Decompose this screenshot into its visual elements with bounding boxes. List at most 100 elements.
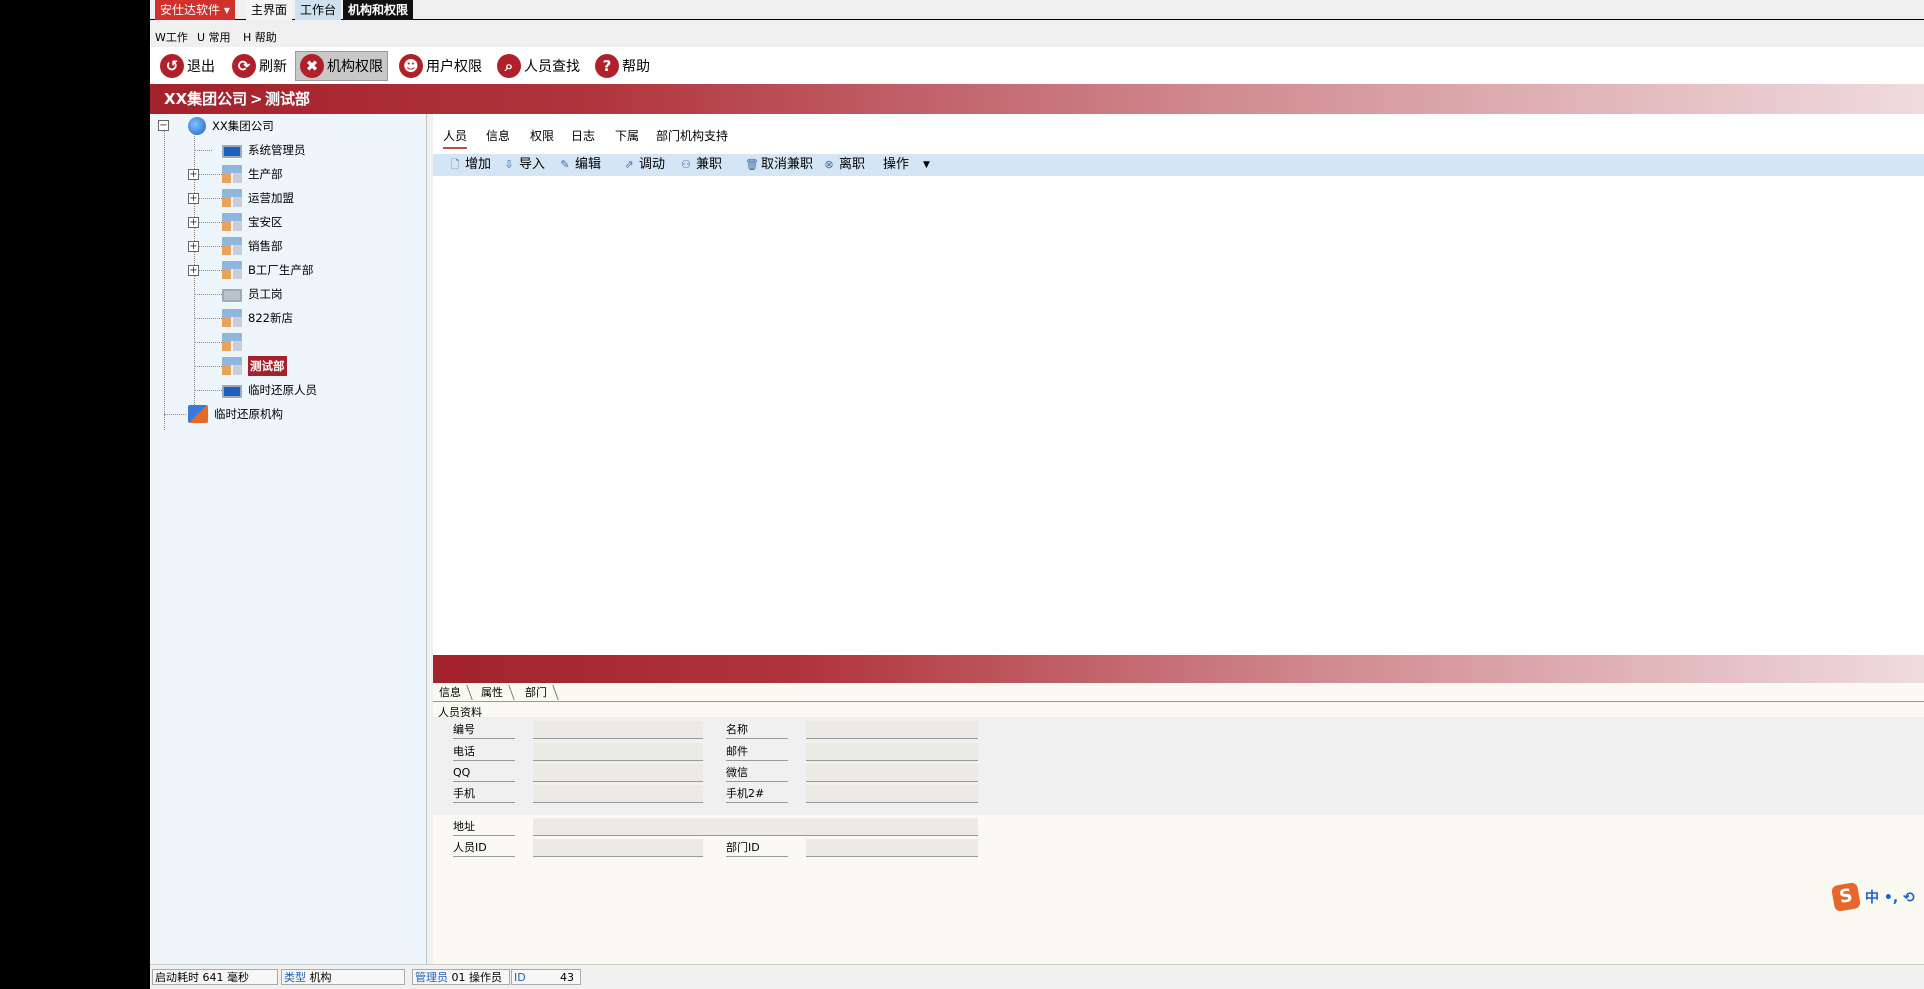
ime-logo-icon: S — [1830, 881, 1862, 913]
tab-subordinates[interactable]: 下属 — [615, 128, 639, 144]
refresh-button[interactable]: ⟳ 刷新 — [228, 51, 291, 81]
exit-button[interactable]: ↺ 退出 — [156, 51, 219, 81]
mobile-field[interactable] — [533, 785, 703, 803]
person-id-field[interactable] — [533, 839, 703, 857]
expand-toggle[interactable]: + — [188, 217, 199, 228]
tab-org-permissions[interactable]: 机构和权限 — [343, 0, 414, 20]
expand-toggle[interactable]: + — [188, 169, 199, 180]
tab-info[interactable]: 信息 — [486, 128, 510, 144]
resign-button[interactable]: ⊗ 离职 — [823, 156, 865, 174]
status-id: ID 43 — [511, 969, 581, 985]
edit-button[interactable]: ✎ 编辑 — [559, 156, 601, 174]
bottom-tab-department[interactable]: 部门 — [522, 685, 559, 700]
org-tree: − XX集团公司 系统管理员 + 生产部 + 运营加盟 + 宝安区 + 销售部 … — [150, 114, 427, 964]
document-icon: 🗋 — [450, 158, 460, 171]
id-field[interactable] — [533, 721, 703, 739]
breadcrumb-root[interactable]: XX集团公司 — [164, 84, 247, 114]
label-person-id: 人员ID — [453, 839, 515, 857]
tree-node-system-admin[interactable]: 系统管理员 — [222, 140, 306, 160]
label-phone: 电话 — [453, 743, 515, 761]
breadcrumb: XX集团公司 > 测试部 — [150, 84, 1924, 114]
tree-node-production[interactable]: 生产部 — [222, 164, 283, 184]
tools-icon: ✖ — [300, 54, 324, 78]
org-permission-button[interactable]: ✖ 机构权限 — [295, 51, 388, 81]
import-icon: ⇩ — [504, 158, 514, 171]
tree-node-temp-restore-staff[interactable]: 临时还原人员 — [222, 380, 317, 400]
label-name: 名称 — [726, 721, 788, 739]
user-icon: ☻ — [399, 54, 423, 78]
label-wechat: 微信 — [726, 764, 788, 782]
tab-workbench[interactable]: 工作台 — [295, 0, 342, 20]
person-detail-area: 信息 属性 部门 人员资料 编号 名称 电话 邮件 QQ 微信 手机 手机2# … — [433, 683, 1924, 964]
menu-help[interactable]: H 帮助 — [243, 29, 277, 47]
tab-people[interactable]: 人员 — [443, 128, 468, 149]
menu-bar: W工作 U 常用 H 帮助 — [150, 29, 1924, 47]
monitor-icon — [222, 144, 242, 158]
tree-node-sales[interactable]: 销售部 — [222, 236, 283, 256]
splitter-bar[interactable] — [433, 655, 1924, 683]
expand-toggle[interactable]: + — [188, 265, 199, 276]
dept-id-field[interactable] — [806, 839, 978, 857]
label-id: 编号 — [453, 721, 515, 739]
tree-node-factory-b[interactable]: B工厂生产部 — [222, 260, 313, 280]
ime-indicator[interactable]: S 中 •, ⟲ — [1830, 881, 1915, 913]
person-search-button[interactable]: ⌕ 人员查找 — [493, 51, 584, 81]
brand-menu-button[interactable]: 安仕达软件 ▾ — [155, 0, 235, 20]
cancel-part-time-button[interactable]: 🗑 取消兼职 — [745, 156, 813, 174]
tree-node-baoan[interactable]: 宝安区 — [222, 212, 283, 232]
tree-node-unnamed[interactable] — [222, 332, 248, 352]
mobile2-field[interactable] — [806, 785, 978, 803]
main-toolbar: ↺ 退出 ⟳ 刷新 ✖ 机构权限 ☻ 用户权限 ⌕ 人员查找 ? 帮助 — [150, 47, 1924, 122]
org-icon — [222, 237, 242, 255]
status-startup: 启动耗时 641 毫秒 — [152, 969, 278, 985]
status-bar: 启动耗时 641 毫秒 类型 机构 管理员 01 操作员 ID 43 — [150, 964, 1924, 989]
bottom-tab-info[interactable]: 信息 — [436, 685, 473, 700]
tab-log[interactable]: 日志 — [571, 128, 595, 144]
tree-node-822-store[interactable]: 822新店 — [222, 308, 293, 328]
users-icon: ⚇ — [681, 158, 691, 171]
label-email: 邮件 — [726, 743, 788, 761]
tree-node-franchise[interactable]: 运营加盟 — [222, 188, 294, 208]
user-permission-button[interactable]: ☻ 用户权限 — [395, 51, 486, 81]
expand-toggle[interactable]: + — [188, 193, 199, 204]
add-button[interactable]: 🗋 增加 — [449, 156, 491, 174]
operations-dropdown[interactable]: 操作 ▼ — [883, 156, 930, 174]
person-ops-toolbar: 🗋 增加 ⇩ 导入 ✎ 编辑 ⇗ 调动 ⚇ 兼职 🗑 取消兼职 ⊗ 离职 操作 ▼ — [433, 154, 1924, 176]
person-form: 编号 名称 电话 邮件 QQ 微信 手机 手机2# — [433, 717, 1924, 815]
help-button[interactable]: ? 帮助 — [591, 51, 654, 81]
refresh-icon: ⟳ — [232, 54, 256, 78]
tree-node-temp-restore-org[interactable]: 临时还原机构 — [188, 404, 283, 424]
status-admin: 管理员 01 操作员 — [412, 969, 510, 985]
org-icon — [222, 309, 242, 327]
tree-node-staff-post[interactable]: 员工岗 — [222, 284, 283, 304]
name-field[interactable] — [806, 721, 978, 739]
bottom-tab-attributes[interactable]: 属性 — [478, 685, 515, 700]
chevron-down-icon: ▼ — [923, 160, 930, 170]
import-button[interactable]: ⇩ 导入 — [503, 156, 545, 174]
pencil-icon: ✎ — [560, 158, 570, 171]
menu-work[interactable]: W工作 — [155, 29, 188, 47]
help-icon: ? — [595, 54, 619, 78]
status-type: 类型 机构 — [281, 969, 405, 985]
tree-node-root[interactable]: XX集团公司 — [188, 116, 274, 136]
collapse-toggle[interactable]: − — [158, 120, 169, 131]
tab-dept-support[interactable]: 部门机构支持 — [656, 128, 728, 144]
expand-toggle[interactable]: + — [188, 241, 199, 252]
label-mobile: 手机 — [453, 785, 515, 803]
qq-field[interactable] — [533, 764, 703, 782]
people-grid[interactable] — [433, 176, 1924, 642]
email-field[interactable] — [806, 743, 978, 761]
wechat-field[interactable] — [806, 764, 978, 782]
tab-main[interactable]: 主界面 — [246, 0, 293, 20]
phone-field[interactable] — [533, 743, 703, 761]
org-icon — [222, 261, 242, 279]
tab-permissions[interactable]: 权限 — [530, 128, 554, 144]
address-field[interactable] — [533, 818, 978, 836]
org-icon — [222, 357, 242, 375]
menu-common[interactable]: U 常用 — [197, 29, 231, 47]
label-dept-id: 部门ID — [726, 839, 788, 857]
transfer-button[interactable]: ⇗ 调动 — [623, 156, 665, 174]
part-time-button[interactable]: ⚇ 兼职 — [680, 156, 722, 174]
bottom-tabs: 信息 属性 部门 — [433, 683, 1924, 702]
tree-node-test-dept[interactable]: 测试部 — [222, 356, 287, 376]
